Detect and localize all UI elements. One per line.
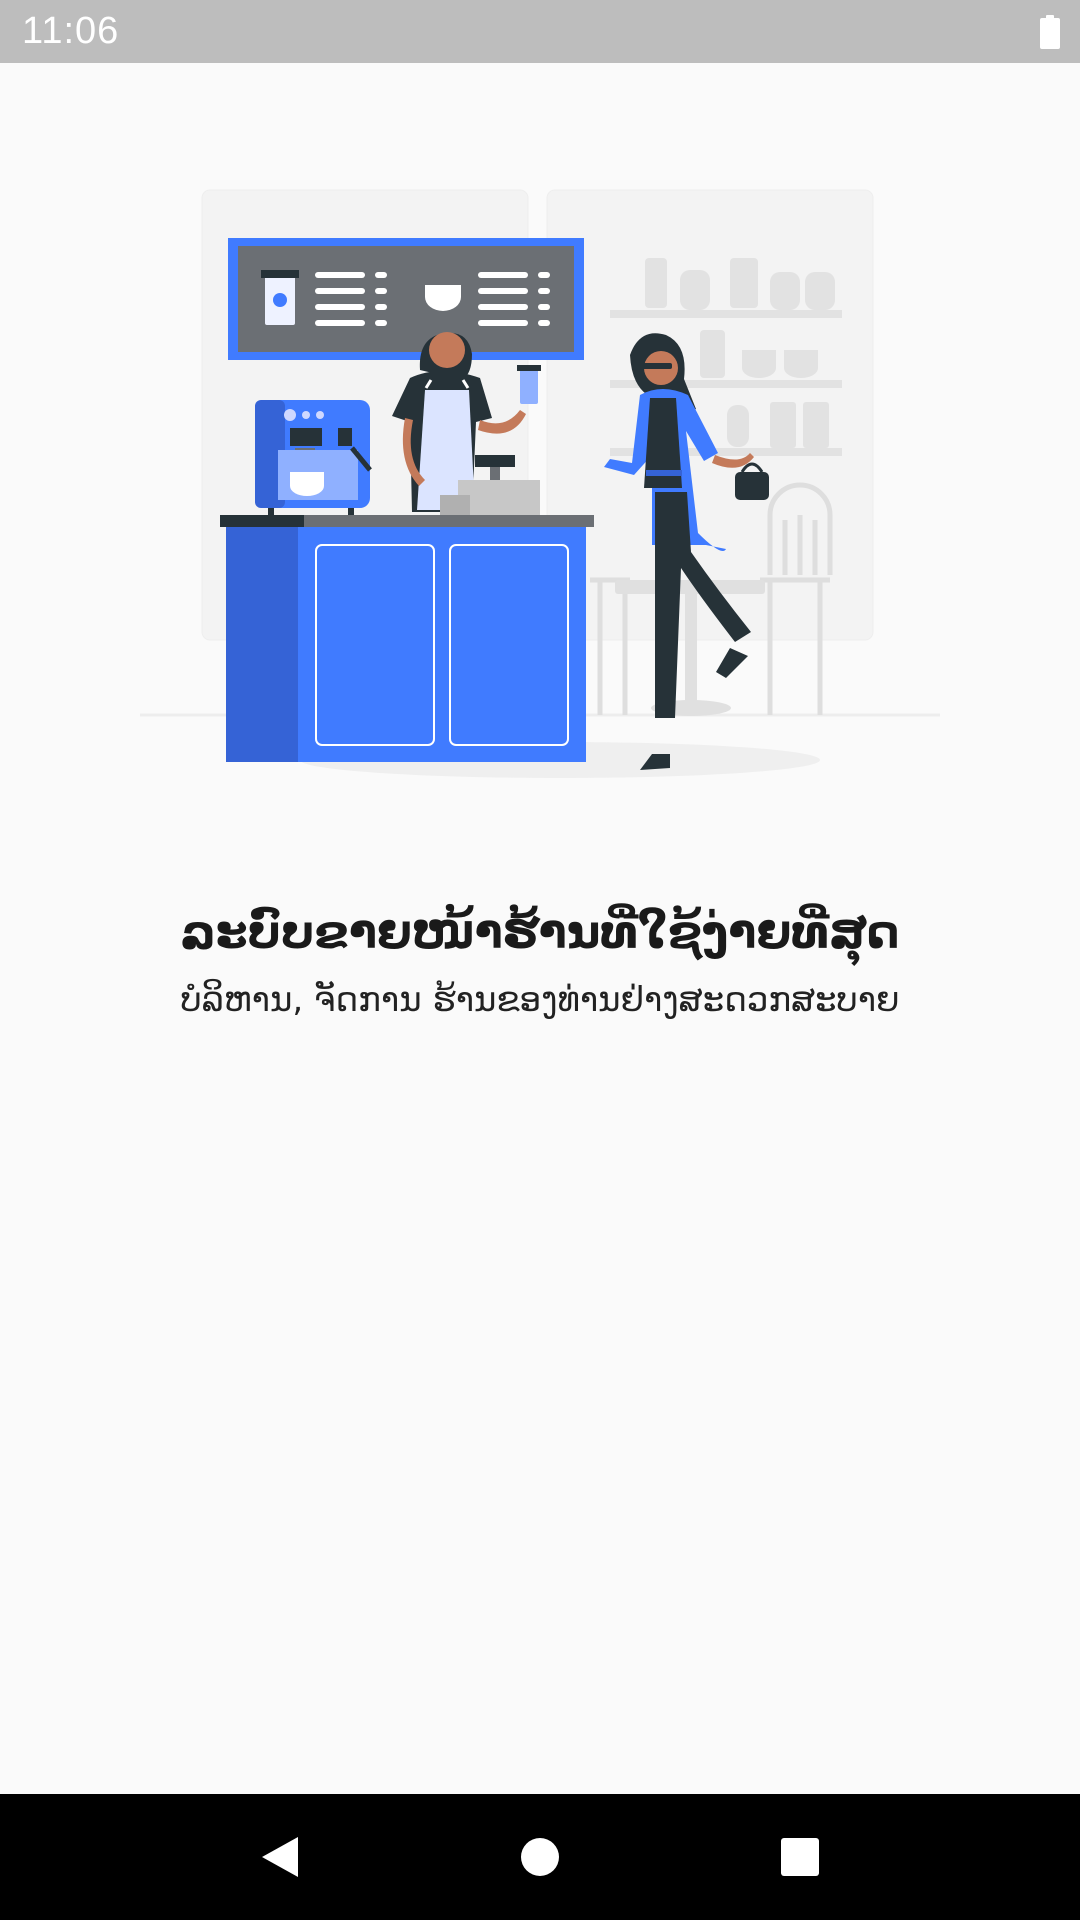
onboarding-title: ລະບົບຂາຍໜ້າຮ້ານທີ່ໃຊ້ງ່າຍທີ່ສຸດ [180,905,900,959]
navigation-bar [0,1794,1080,1920]
status-time: 11:06 [22,10,120,52]
status-bar: 11:06 [0,0,1080,63]
back-triangle-icon[interactable] [240,1817,320,1897]
recents-square-icon[interactable] [760,1817,840,1897]
onboarding-subtitle: ບໍລິຫານ, ຈັດການ ຮ້ານຂອງທ່ານຢ່າງສະດວກສະບາ… [180,980,900,1020]
battery-full-icon [1040,14,1060,49]
home-circle-icon[interactable] [500,1817,580,1897]
coffee-shop-illustration [140,189,940,778]
